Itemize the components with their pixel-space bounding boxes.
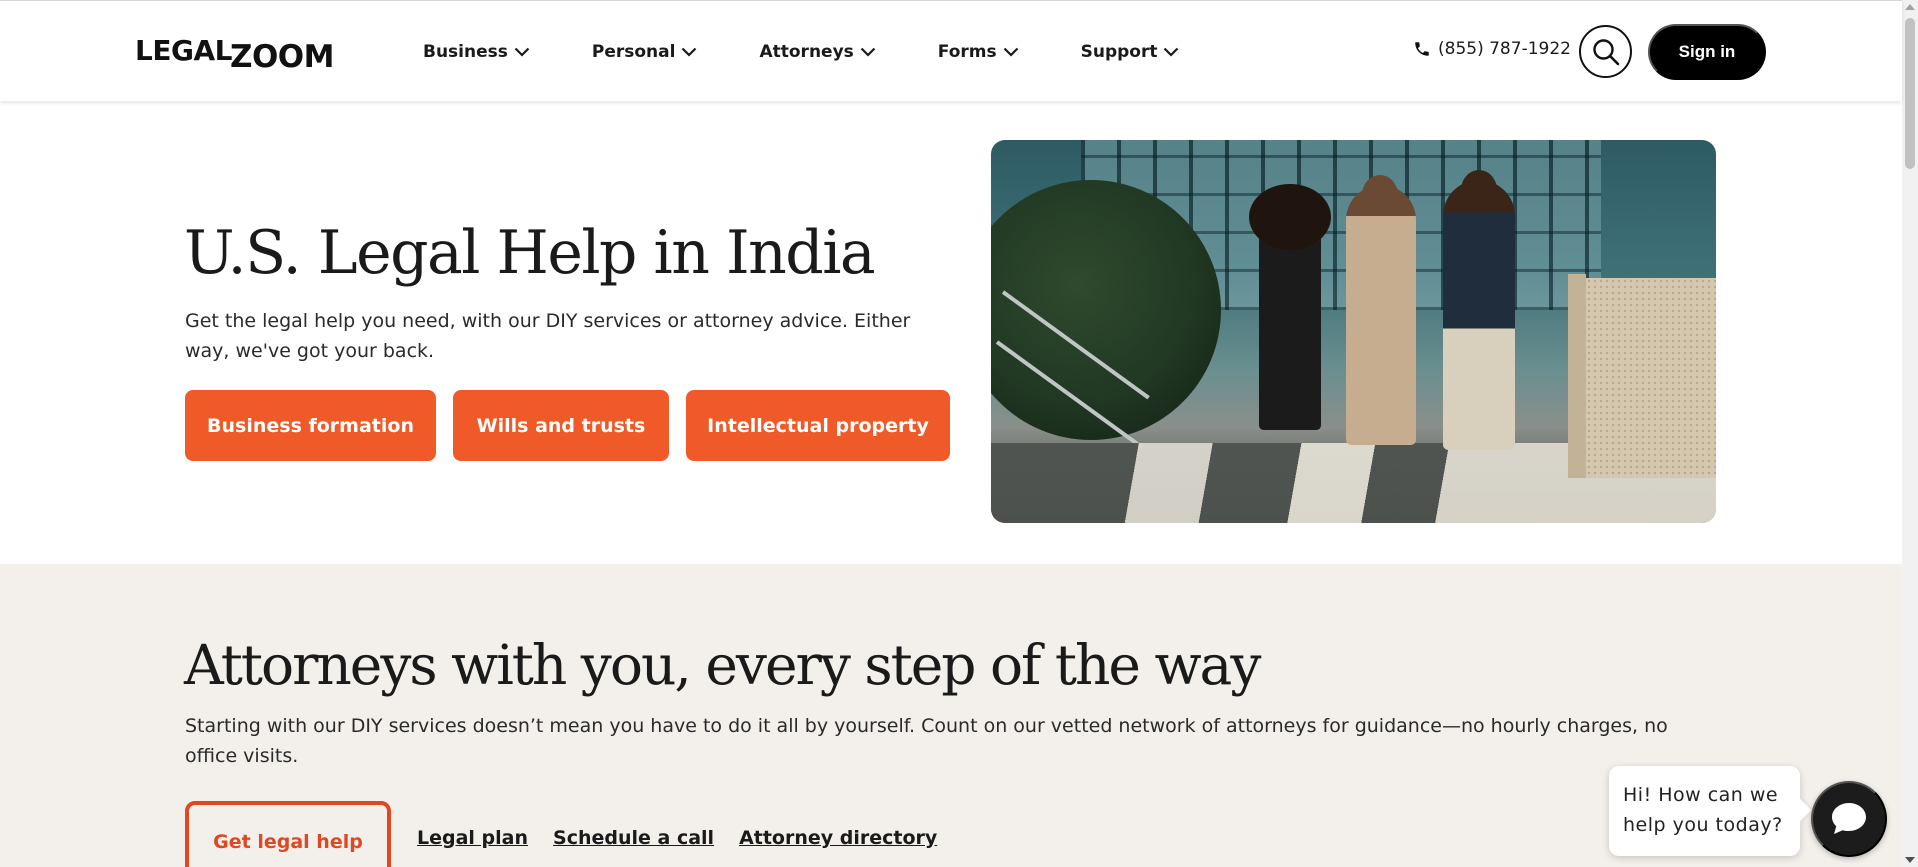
attorney-directory-link[interactable]: Attorney directory <box>739 827 937 849</box>
scroll-down-arrow-icon[interactable] <box>1905 857 1915 863</box>
get-legal-help-button[interactable]: Get legal help <box>185 801 391 867</box>
legal-plan-link[interactable]: Legal plan <box>417 827 528 849</box>
logo-part-zoom: ZOOM <box>229 39 335 75</box>
nav-label: Support <box>1080 41 1158 62</box>
phone-icon <box>1415 42 1429 56</box>
search-icon <box>1592 38 1619 65</box>
main-nav: Business Personal Attorneys Forms Suppor… <box>423 1 1241 102</box>
image-person <box>1249 184 1331 430</box>
chat-launcher-button[interactable] <box>1811 781 1887 857</box>
hero-description: Get the legal help you need, with our DI… <box>185 310 911 362</box>
image-pillar <box>1568 274 1716 478</box>
chevron-down-icon <box>682 47 697 57</box>
nav-label: Forms <box>937 41 997 62</box>
chevron-down-icon <box>514 47 530 57</box>
scroll-up-arrow-icon[interactable] <box>1905 4 1915 10</box>
attorneys-title: Attorneys with you, every step of the wa… <box>184 633 1261 697</box>
sign-in-button[interactable]: Sign in <box>1648 24 1766 80</box>
chevron-down-icon <box>860 47 876 57</box>
wills-and-trusts-button[interactable]: Wills and trusts <box>453 390 669 461</box>
nav-item-business[interactable]: Business <box>423 42 530 62</box>
hero-image <box>991 140 1716 523</box>
nav-item-support[interactable]: Support <box>1081 42 1180 62</box>
hero-cta-group: Business formation Wills and trusts Inte… <box>185 390 950 461</box>
chat-icon <box>1832 803 1866 834</box>
image-person <box>1443 170 1515 450</box>
scrollbar-thumb[interactable] <box>1905 18 1915 169</box>
nav-label: Personal <box>591 41 676 62</box>
nav-item-attorneys[interactable]: Attorneys <box>759 41 876 62</box>
page-scrollbar[interactable] <box>1902 0 1918 867</box>
intellectual-property-button[interactable]: Intellectual property <box>686 390 950 461</box>
nav-label: Attorneys <box>759 41 854 62</box>
search-button[interactable] <box>1579 25 1632 78</box>
image-person <box>1346 175 1416 445</box>
site-header: LEGAL ZOOM Business Personal Attorneys Fo… <box>0 0 1902 101</box>
business-formation-button[interactable]: Business formation <box>185 390 436 461</box>
nav-item-forms[interactable]: Forms <box>938 42 1019 62</box>
logo-part-legal: LEGAL <box>135 34 232 67</box>
phone-number: (855) 787-1922 <box>1438 39 1571 59</box>
attorneys-links: Legal plan Schedule a call Attorney dire… <box>417 827 962 849</box>
phone-link[interactable]: (855) 787-1922 <box>1413 39 1571 59</box>
nav-item-personal[interactable]: Personal <box>592 42 698 62</box>
nav-label: Business <box>423 41 508 62</box>
chevron-down-icon <box>1003 47 1018 57</box>
chevron-down-icon <box>1164 47 1179 57</box>
hero-title: U.S. Legal Help in India <box>184 218 876 288</box>
legalzoom-logo[interactable]: LEGAL ZOOM <box>135 31 335 75</box>
chat-greeting-bubble[interactable]: Hi! How can we help you today? <box>1609 766 1800 856</box>
attorneys-description: Starting with our DIY services doesn’t m… <box>185 715 1668 767</box>
schedule-a-call-link[interactable]: Schedule a call <box>553 827 714 849</box>
